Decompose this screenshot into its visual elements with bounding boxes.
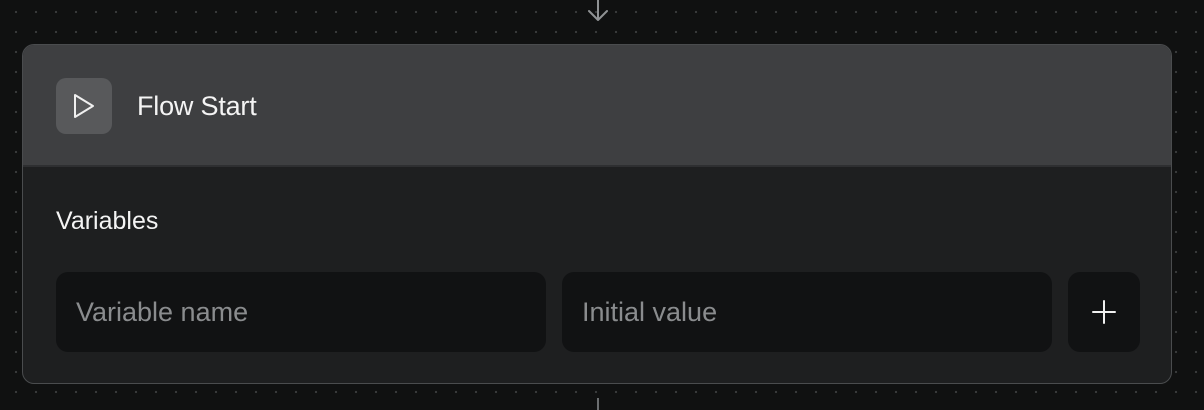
connector-bottom: [597, 398, 599, 410]
initial-value-input[interactable]: [562, 272, 1052, 352]
play-icon: [74, 94, 94, 118]
flow-start-node[interactable]: Flow Start Variables: [22, 44, 1172, 384]
node-header: Flow Start: [23, 45, 1171, 167]
connector-top: [586, 0, 610, 24]
variables-label: Variables: [56, 207, 159, 235]
arrow-down-icon: [588, 0, 608, 21]
variable-name-input[interactable]: [56, 272, 546, 352]
plus-icon: [1092, 300, 1116, 324]
add-variable-button[interactable]: [1068, 272, 1140, 352]
node-title: Flow Start: [137, 91, 257, 121]
play-button[interactable]: [56, 78, 112, 134]
